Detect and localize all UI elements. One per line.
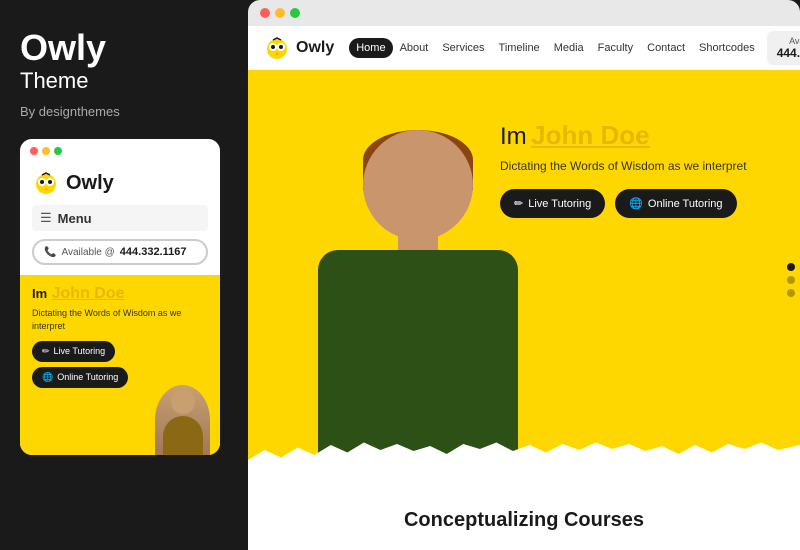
hamburger-icon: ☰ (40, 210, 52, 226)
phone-logo-text: Owly (66, 172, 114, 195)
nav-dot-2[interactable] (787, 276, 795, 284)
nav-logo-area: Owly (263, 34, 334, 62)
phone-icon: 📞 (44, 247, 56, 258)
phone-yellow-section: Im John Doe Dictating the Words of Wisdo… (20, 275, 220, 455)
site-nav: Owly Home About Services Timeline Media … (248, 26, 800, 70)
nav-item-home[interactable]: Home (349, 38, 392, 58)
nav-phone-number: 444.332.1167 (777, 46, 800, 60)
globe-icon: 🌐 (629, 197, 643, 210)
sidebar-by: By designthemes (20, 104, 228, 119)
phone-live-tutoring-btn[interactable]: ✏ Live Tutoring (32, 341, 115, 362)
phone-phone-number: 444.332.1167 (120, 246, 187, 258)
phone-dot-red (30, 147, 38, 155)
sidebar-title: Owly (20, 30, 228, 66)
phone-logo-row: Owly (32, 169, 208, 197)
globe-icon: 🌐 (42, 372, 53, 383)
pencil-icon: ✏ (514, 197, 523, 210)
hero-live-tutoring-btn[interactable]: ✏ Live Tutoring (500, 189, 605, 218)
nav-item-media[interactable]: Media (547, 38, 591, 58)
phone-person-avatar (155, 385, 210, 455)
phone-dot-yellow (42, 147, 50, 155)
nav-items: Home About Services Timeline Media Facul… (349, 38, 761, 58)
torn-paper-effect (248, 440, 800, 490)
nav-item-about[interactable]: About (393, 38, 436, 58)
browser-chrome (248, 0, 800, 26)
hero-tagline: Dictating the Words of Wisdom as we inte… (500, 159, 780, 173)
phone-menu-label: Menu (58, 211, 92, 226)
nav-item-timeline[interactable]: Timeline (492, 38, 547, 58)
courses-section: Conceptualizing Courses (248, 490, 800, 550)
nav-cta: Available @ 444.332.1167 (767, 31, 800, 65)
browser-dot-yellow (275, 8, 285, 18)
nav-available-label: Available @ (777, 36, 800, 46)
hero-name: John Doe (531, 120, 649, 150)
hero-section: Im John Doe Dictating the Words of Wisdo… (248, 70, 800, 490)
phone-mockup: Owly ☰ Menu 📞 Available @ 444.332.1167 I… (20, 139, 220, 455)
hero-im-text: Im (500, 123, 527, 150)
phone-person-body (163, 416, 203, 455)
sidebar-subtitle: Theme (20, 68, 228, 94)
phone-dot-green (54, 147, 62, 155)
phone-phone-row: 📞 Available @ 444.332.1167 (32, 239, 208, 265)
hero-buttons: ✏ Live Tutoring 🌐 Online Tutoring (500, 189, 780, 218)
owl-icon (32, 169, 60, 197)
nav-item-services[interactable]: Services (435, 38, 491, 58)
main-preview: Owly Home About Services Timeline Media … (248, 0, 800, 550)
nav-dot-3[interactable] (787, 289, 795, 297)
nav-item-faculty[interactable]: Faculty (591, 38, 640, 58)
browser-dot-red (260, 8, 270, 18)
courses-title: Conceptualizing Courses (404, 509, 644, 532)
nav-logo-text: Owly (296, 39, 334, 57)
phone-online-tutoring-btn[interactable]: 🌐 Online Tutoring (32, 367, 128, 388)
phone-person-head (171, 390, 195, 414)
phone-im-text: Im (32, 286, 47, 301)
nav-owl-icon (263, 34, 291, 62)
phone-available-label: Available @ (61, 247, 114, 258)
phone-tagline: Dictating the Words of Wisdom as we inte… (32, 307, 208, 332)
phone-im-row: Im John Doe (32, 285, 208, 303)
pencil-icon: ✏ (42, 346, 50, 357)
hero-online-tutoring-btn[interactable]: 🌐 Online Tutoring (615, 189, 736, 218)
phone-btn-row: ✏ Live Tutoring 🌐 Online Tutoring (32, 341, 208, 388)
phone-hero-name: John Doe (52, 285, 125, 302)
phone-menu-row[interactable]: ☰ Menu (32, 205, 208, 231)
nav-dot-1[interactable] (787, 263, 795, 271)
nav-item-shortcodes[interactable]: Shortcodes (692, 38, 762, 58)
phone-content: Owly ☰ Menu 📞 Available @ 444.332.1167 (20, 159, 220, 265)
nav-item-contact[interactable]: Contact (640, 38, 692, 58)
sidebar: Owly Theme By designthemes Owly (0, 0, 248, 550)
person-head (363, 130, 473, 240)
phone-top-bar (20, 139, 220, 159)
hero-nav-dots (787, 263, 795, 297)
hero-content: Im John Doe Dictating the Words of Wisdo… (500, 120, 780, 218)
browser-dot-green (290, 8, 300, 18)
hero-im-row: Im John Doe (500, 120, 780, 151)
